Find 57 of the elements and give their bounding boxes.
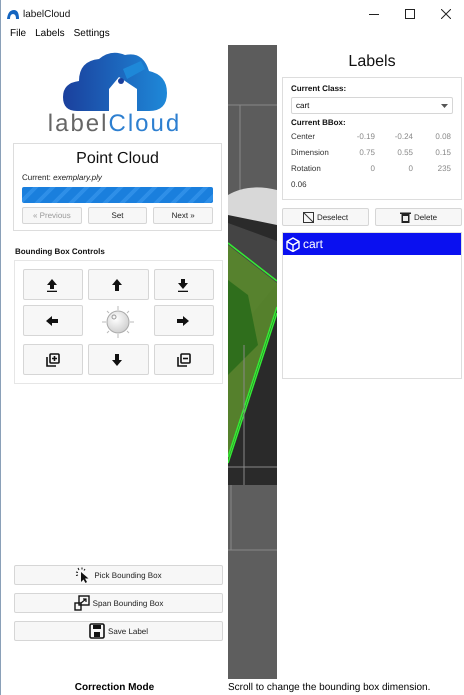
control-button[interactable] — [23, 344, 84, 375]
caret-icon — [441, 104, 448, 108]
pick-box-button[interactable]: Pick Bounding Box — [14, 565, 223, 585]
menu-item[interactable]: Labels — [35, 28, 65, 39]
row-label: Dimension — [291, 147, 330, 159]
save-label-button[interactable]: Save Label — [14, 621, 223, 641]
value-field[interactable]: -0.24 — [377, 129, 415, 145]
app-icon — [7, 9, 19, 19]
value-field[interactable]: 0.55 — [377, 145, 415, 161]
close-icon — [441, 9, 451, 19]
volume-value: 0.06 — [291, 179, 308, 191]
mode-label: Correction Mode — [74, 682, 156, 692]
panel-title: Point Cloud — [75, 150, 160, 168]
value-field[interactable]: 0.15 — [415, 145, 453, 161]
menu-item[interactable]: Settings — [74, 28, 110, 39]
trash-icon — [400, 212, 411, 222]
control-button[interactable] — [23, 305, 84, 336]
control-button[interactable] — [88, 269, 149, 300]
next-button[interactable]: Next » — [153, 207, 214, 224]
set-button[interactable]: Set — [88, 207, 148, 224]
window-title: labelCloud — [23, 8, 70, 20]
value-field[interactable]: 235 — [415, 161, 453, 177]
control-button[interactable] — [154, 344, 214, 375]
add-layers-icon — [46, 352, 60, 366]
value-field[interactable]: 0.75 — [339, 145, 377, 161]
value-field[interactable]: 0.08 — [415, 129, 453, 145]
panel-title: Labels — [347, 52, 397, 72]
field-label: Current BBox: — [291, 118, 347, 127]
cube-icon — [286, 236, 300, 252]
control-button[interactable] — [88, 344, 149, 375]
row-label: Center — [291, 131, 316, 143]
row-label: Rotation — [291, 163, 322, 175]
control-button[interactable] — [154, 305, 214, 336]
deselect-icon — [302, 212, 314, 222]
deselect-button[interactable]: Deselect — [282, 208, 369, 226]
section-title: Bounding Box Controls — [15, 247, 106, 256]
logo-wordmark: labelCloud — [48, 111, 182, 137]
left-arrow-icon — [46, 314, 60, 328]
remove-layers-icon — [176, 352, 191, 366]
label-list-item[interactable]: cart — [283, 233, 461, 255]
delete-button[interactable]: Delete — [375, 208, 462, 226]
field-label: Current Class: — [291, 84, 348, 93]
control-button[interactable] — [154, 269, 214, 300]
lower-icon — [176, 278, 191, 292]
value-field[interactable]: 0 — [339, 161, 377, 177]
value-field[interactable]: 0 — [377, 161, 415, 177]
maximize-icon — [405, 9, 415, 19]
class-dropdown[interactable]: cart — [291, 97, 453, 114]
menu-item[interactable]: File — [10, 28, 26, 39]
save-icon — [88, 623, 105, 639]
current-file-label: Current: exemplary.ply — [22, 173, 104, 182]
span-box-icon — [74, 595, 90, 611]
control-button[interactable] — [23, 269, 84, 300]
right-arrow-icon — [176, 314, 191, 328]
value-field[interactable]: -0.19 — [339, 129, 377, 145]
span-box-button[interactable]: Span Bounding Box — [14, 593, 223, 613]
status-message: Scroll to change the bounding box dimension. — [228, 682, 430, 692]
